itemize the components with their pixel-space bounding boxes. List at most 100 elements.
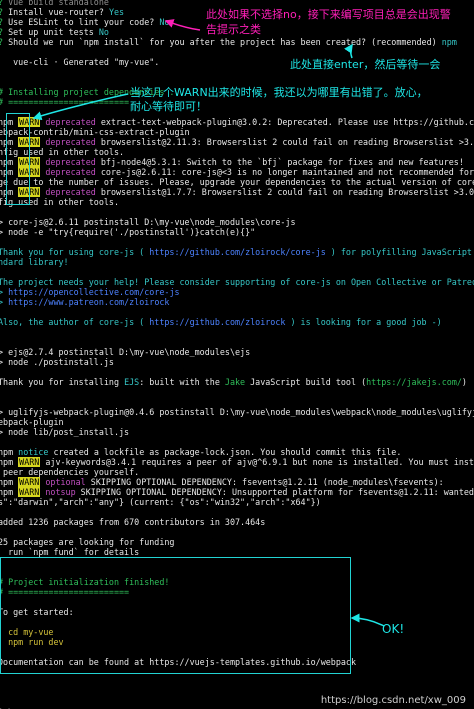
terminal-line: ? Use ESLint to lint your code? No [0, 17, 169, 27]
terminal-text: EJS [124, 377, 140, 387]
terminal-line: > ejs@2.7.4 postinstall D:\my-vue\node_m… [0, 347, 250, 357]
terminal-line: > node ./postinstall.js [0, 357, 114, 367]
terminal-line: ebpack-plugin [0, 417, 64, 427]
terminal-line: > https://opencollective.com/core-js [0, 287, 180, 297]
terminal-line: peer dependencies yourself. [0, 467, 139, 477]
terminal-line: ? Vue build standalone [0, 0, 109, 7]
terminal-line: > uglifyjs-webpack-plugin@0.4.6 postinst… [0, 407, 474, 417]
terminal-line: Also, the author of core-js ( https://gi… [0, 317, 442, 327]
warn-badge: WARN [18, 457, 41, 467]
terminal-text: Yes [108, 7, 125, 17]
terminal-window: ? Vue build standalone? Install vue-rout… [0, 0, 474, 709]
terminal-text: Use ESLint to lint your code? [8, 17, 160, 27]
terminal-text: run `npm fund` for details [0, 547, 140, 557]
terminal-text: > node ./postinstall.js [0, 357, 114, 367]
terminal-text: : built with the [139, 377, 225, 387]
terminal-text: notice [18, 447, 49, 457]
terminal-line: # ======================== [0, 97, 129, 107]
terminal-text: https://jakejs.com/ [366, 377, 462, 387]
terminal-text: ? [0, 17, 8, 27]
warn-badge: WARN [18, 477, 41, 487]
terminal-text: Set up unit tests [8, 27, 99, 37]
terminal-text: Install vue-router? [8, 7, 109, 17]
terminal-text: # ======================== [0, 97, 130, 107]
warn-note-line1: 当这几个WARN出来的时候，我还以为哪里有出错了。放心， [130, 86, 428, 99]
terminal-line: npm notice created a lockfile as package… [0, 447, 401, 457]
terminal-text: deprecated [40, 167, 101, 177]
terminal-text: peer dependencies yourself. [0, 467, 140, 477]
terminal-text: ) for polyfilling JavaScript sta [330, 247, 472, 257]
terminal-line: npm WARN optional SKIPPING OPTIONAL DEPE… [0, 477, 444, 487]
terminal-text: npm [0, 477, 19, 487]
init-finished-highlight-box [0, 557, 351, 674]
terminal-text: ajv-keywords@3.4.1 requires a peer of aj… [40, 457, 474, 467]
enter-note: 此处直接enter，然后等待一会 [290, 58, 441, 71]
terminal-text: ? [0, 37, 8, 47]
terminal-line: The project needs your help! Please cons… [0, 277, 474, 287]
terminal-line: npm WARN deprecated browserslist@1.7.7: … [0, 187, 474, 197]
terminal-text: ? [0, 0, 8, 7]
terminal-text: JavaScript build tool ( [245, 377, 367, 387]
terminal-text: No [159, 17, 170, 27]
terminal-text: deprecated [40, 187, 101, 197]
terminal-text: https://github.com/zloirock/core-js [149, 247, 326, 257]
terminal-text: SKIPPING OPTIONAL DEPENDENCY: fsevents@1… [85, 477, 444, 487]
terminal-text: > [0, 297, 4, 307]
terminal-text: Jake [224, 377, 246, 387]
terminal-line: ? Set up unit tests No [0, 27, 109, 37]
warn-highlight-box [6, 113, 30, 205]
terminal-line: > https://www.patreon.com/zloirock [0, 297, 169, 307]
terminal-text: deprecated [40, 117, 101, 127]
ok-note: OK! [382, 622, 405, 636]
terminal-text: Should we run `npm install` for you afte… [8, 37, 442, 47]
terminal-text: No [98, 27, 109, 37]
terminal-line: Thank you for installing EJS: built with… [0, 377, 467, 387]
terminal-text: ndard library! [0, 257, 69, 267]
warn-badge: WARN [18, 487, 41, 497]
terminal-line: run `npm fund` for details [0, 547, 139, 557]
terminal-text: > [0, 287, 4, 297]
terminal-text: 25 packages are looking for funding [0, 537, 175, 547]
terminal-text: ? [0, 7, 8, 17]
terminal-text: vue-cli · Generated "my-vue". [0, 57, 160, 67]
terminal-text: s":"darwin","arch":"any"} (current: {"os… [0, 497, 321, 507]
terminal-text: deprecated [40, 157, 101, 167]
terminal-line: > node -e "try{require('./postinstall')}… [0, 227, 255, 237]
terminal-line: ? Should we run `npm install` for you af… [0, 37, 457, 47]
terminal-text: notsup [40, 487, 76, 497]
terminal-text: https://www.patreon.com/zloirock [8, 297, 170, 307]
terminal-text: ) [461, 377, 467, 387]
terminal-text: Thank you for using core-js ( [0, 247, 150, 257]
terminal-line: npm WARN deprecated core-js@2.6.11: core… [0, 167, 474, 177]
terminal-text: https://opencollective.com/core-js [8, 287, 180, 297]
terminal-text: ebpack-plugin [0, 417, 64, 427]
terminal-text: > node -e "try{require('./postinstall')}… [0, 227, 256, 237]
terminal-text: Thank you for installing [0, 377, 125, 387]
terminal-text: > uglifyjs-webpack-plugin@0.4.6 postinst… [0, 407, 474, 417]
no-option-note-line2: 告提示之类 [206, 23, 261, 36]
watermark: https://blog.csdn.net/xw_009 [320, 695, 466, 706]
terminal-line: npm WARN deprecated extract-text-webpack… [0, 117, 474, 127]
terminal-text: npm [0, 457, 19, 467]
terminal-line: ge due to the number of issues. Please, … [0, 177, 474, 187]
terminal-text: extract-text-webpack-plugin@3.0.2: Depre… [100, 117, 474, 127]
terminal-text: > core-js@2.6.11 postinstall D:\my-vue\n… [0, 217, 296, 227]
terminal-text: Vue build standalone [8, 0, 109, 7]
terminal-text: npm [0, 487, 19, 497]
terminal-line: npm WARN ajv-keywords@3.4.1 requires a p… [0, 457, 474, 467]
warn-note-line2: 耐心等待即可！ [130, 100, 207, 113]
terminal-text: ? [0, 27, 8, 37]
terminal-text: added 1236 packages from 670 contributor… [0, 517, 266, 527]
terminal-text: core-js@2.6.11: core-js@<3 is no longer … [100, 167, 474, 177]
terminal-line: npm WARN notsup SKIPPING OPTIONAL DEPEND… [0, 487, 474, 497]
no-option-note-line1: 此处如果不选择no，接下来编写项目总是会出现警 [206, 8, 451, 21]
terminal-text: optional [40, 477, 86, 487]
terminal-line: > core-js@2.6.11 postinstall D:\my-vue\n… [0, 217, 296, 227]
terminal-text: ge due to the number of issues. Please, … [0, 177, 474, 187]
terminal-line: ? Install vue-router? Yes [0, 7, 124, 17]
terminal-line: vue-cli · Generated "my-vue". [0, 57, 159, 67]
terminal-text: created a lockfile as package-lock.json.… [48, 447, 402, 457]
terminal-text: npm [0, 447, 19, 457]
terminal-text: The project needs your help! Please cons… [0, 277, 474, 287]
terminal-line: npm WARN deprecated bfj-node4@5.3.1: Swi… [0, 157, 464, 167]
